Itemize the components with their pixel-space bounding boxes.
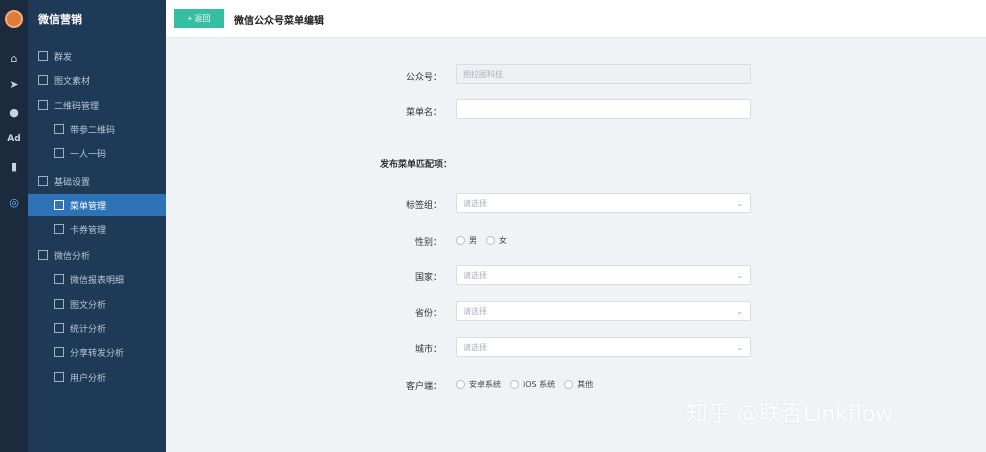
report-icon: [54, 274, 64, 284]
chevron-down-icon: ⌄: [736, 199, 743, 208]
sidebar-item-label: 一人一码: [70, 149, 107, 160]
sidebar-item-article-analysis[interactable]: 图文分析: [28, 293, 166, 315]
sidebar-item-label: 分享转发分析: [70, 348, 125, 359]
gender-option-male[interactable]: 男: [456, 235, 477, 246]
radio-icon: [510, 380, 519, 389]
logo: [5, 10, 23, 28]
sidebar-item-label: 微信分析: [54, 251, 91, 262]
sidebar-item-label: 图文素材: [54, 76, 91, 87]
sidebar-item-articles[interactable]: 图文素材: [28, 69, 166, 91]
sidebar: 微信营销 群发 图文素材 二维码管理 带参二维码 一人一码 基础设置 菜单管理 …: [28, 0, 166, 452]
sidebar-group-basic-settings[interactable]: 基础设置: [28, 170, 166, 192]
send-icon[interactable]: ➤: [0, 78, 28, 91]
radio-icon: [486, 236, 495, 245]
client-option-android[interactable]: 安卓系统: [456, 379, 501, 390]
sidebar-item-label: 统计分析: [70, 324, 107, 335]
gender-radio-group: 男 女: [456, 235, 516, 246]
megaphone-icon: [38, 51, 48, 61]
client-option-other[interactable]: 其他: [564, 379, 593, 390]
menu-name-label: 菜单名：: [405, 108, 442, 118]
chevron-down-icon: ⌄: [736, 271, 743, 280]
gender-label: 性别：: [414, 238, 442, 248]
sidebar-group-qrcode[interactable]: 二维码管理: [28, 94, 166, 116]
select-placeholder: 请选择: [463, 270, 487, 280]
province-label: 省份：: [414, 309, 442, 319]
stats-icon: [54, 323, 64, 333]
sidebar-item-label: 菜单管理: [70, 201, 107, 212]
section-title: 发布菜单匹配项：: [380, 160, 453, 170]
sidebar-item-menu-management[interactable]: 菜单管理: [28, 194, 166, 216]
wechat-icon[interactable]: ◎: [0, 196, 28, 209]
account-label: 公众号：: [405, 73, 442, 83]
sidebar-item-card-management[interactable]: 卡券管理: [28, 218, 166, 240]
document-icon: [54, 299, 64, 309]
select-placeholder: 请选择: [463, 198, 487, 208]
sidebar-group-wechat-analysis[interactable]: 微信分析: [28, 244, 166, 266]
gender-option-female[interactable]: 女: [486, 235, 507, 246]
users-icon: [54, 372, 64, 382]
gender-option-label: 女: [499, 236, 507, 245]
app-title: 微信营销: [38, 13, 82, 26]
tag-group-select[interactable]: 请选择 ⌄: [456, 193, 751, 213]
client-option-label: 安卓系统: [469, 380, 501, 389]
share-icon: [54, 347, 64, 357]
menu-name-field[interactable]: [456, 99, 751, 119]
sidebar-item-share-analysis[interactable]: 分享转发分析: [28, 341, 166, 363]
folder-icon: [38, 176, 48, 186]
sidebar-item-mass-send[interactable]: 群发: [28, 45, 166, 67]
client-option-ios[interactable]: iOS 系统: [510, 379, 555, 390]
sidebar-item-label: 二维码管理: [54, 101, 100, 112]
sidebar-item-label: 微信报表明细: [70, 275, 125, 286]
country-select[interactable]: 请选择 ⌄: [456, 265, 751, 285]
list-icon: [54, 200, 64, 210]
sidebar-item-personal-qrcode[interactable]: 一人一码: [28, 142, 166, 164]
sidebar-item-stats-analysis[interactable]: 统计分析: [28, 317, 166, 339]
client-radio-group: 安卓系统 iOS 系统 其他: [456, 379, 602, 390]
ad-icon[interactable]: Ad: [0, 134, 28, 144]
client-option-label: 其他: [577, 380, 594, 389]
tag-group-label: 标签组：: [405, 201, 442, 211]
select-placeholder: 请选择: [463, 342, 487, 352]
qrcode-icon: [54, 124, 64, 134]
home-icon[interactable]: ⌂: [0, 52, 28, 65]
sidebar-item-label: 图文分析: [70, 300, 107, 311]
city-label: 城市：: [414, 345, 442, 355]
watermark: 知乎 @联否Linkflow: [686, 402, 894, 427]
sidebar-item-label: 带参二维码: [70, 125, 116, 136]
sidebar-item-label: 群发: [54, 52, 73, 63]
folder-icon: [38, 250, 48, 260]
country-label: 国家：: [414, 273, 442, 283]
page-title: 微信公众号菜单编辑: [234, 16, 324, 27]
folder-icon: [38, 100, 48, 110]
card-icon: [54, 224, 64, 234]
radio-icon: [456, 380, 465, 389]
chevron-down-icon: ⌄: [736, 343, 743, 352]
gender-option-label: 男: [469, 236, 477, 245]
sidebar-item-label: 基础设置: [54, 177, 91, 188]
sidebar-item-label: 卡券管理: [70, 225, 107, 236]
top-bar: + 返回 微信公众号菜单编辑: [166, 0, 986, 38]
user-icon[interactable]: ●: [0, 106, 28, 119]
bar-chart-icon[interactable]: ▮: [0, 160, 28, 173]
account-value: 相拉图科技: [463, 69, 503, 79]
sidebar-item-label: 用户分析: [70, 373, 107, 384]
client-label: 客户端：: [405, 382, 442, 392]
sidebar-item-report-details[interactable]: 微信报表明细: [28, 268, 166, 290]
select-placeholder: 请选择: [463, 306, 487, 316]
radio-icon: [456, 236, 465, 245]
sidebar-item-param-qrcode[interactable]: 带参二维码: [28, 118, 166, 140]
account-field: 相拉图科技: [456, 64, 751, 84]
back-button[interactable]: + 返回: [174, 9, 224, 28]
document-icon: [38, 75, 48, 85]
sidebar-item-user-analysis[interactable]: 用户分析: [28, 366, 166, 388]
chevron-down-icon: ⌄: [736, 307, 743, 316]
icon-bar: ⌂ ➤ ● Ad ▮ ◎: [0, 0, 28, 452]
qrcode-icon: [54, 148, 64, 158]
main-content: 公众号： 相拉图科技 菜单名： 发布菜单匹配项： 标签组： 请选择 ⌄ 性别： …: [166, 38, 986, 452]
client-option-label: iOS 系统: [523, 380, 556, 389]
radio-icon: [564, 380, 574, 389]
city-select[interactable]: 请选择 ⌄: [456, 337, 751, 357]
province-select[interactable]: 请选择 ⌄: [456, 301, 751, 321]
